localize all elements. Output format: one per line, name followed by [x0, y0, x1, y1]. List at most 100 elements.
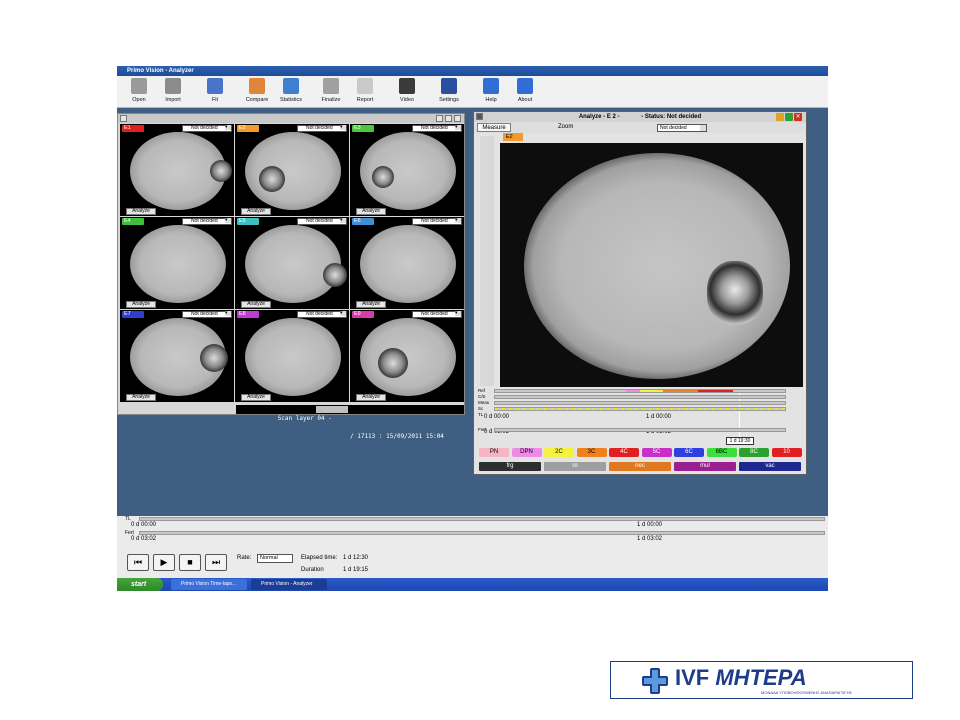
analyze-button[interactable]: Analyze [241, 208, 271, 215]
tag-button[interactable]: re [544, 462, 606, 471]
tag-button[interactable]: frg [479, 462, 541, 471]
about-button[interactable]: About [507, 78, 543, 103]
analyze-button[interactable]: Analyze [356, 394, 386, 401]
chevron-down-icon [700, 125, 706, 131]
import-button[interactable]: Import [155, 78, 191, 103]
stage-button[interactable]: 6C [674, 448, 704, 457]
analyze-button[interactable]: Analyze [126, 301, 156, 308]
play-button[interactable]: ▶ [153, 554, 175, 571]
analyze-button[interactable]: Analyze [356, 208, 386, 215]
close-button[interactable]: ✕ [794, 113, 802, 121]
stage-button[interactable]: 5C [641, 448, 672, 457]
stage-button[interactable]: 6BC [706, 448, 737, 457]
analyze-button[interactable]: Analyze [241, 394, 271, 401]
zoom-label[interactable]: Zoom [558, 124, 573, 130]
toolbar-label: Compare [245, 97, 269, 103]
annotation-track[interactable] [494, 407, 786, 411]
tag-button[interactable]: mul [674, 462, 736, 471]
decision-select[interactable]: Not decided [182, 125, 232, 132]
open-button[interactable]: Open [121, 78, 157, 103]
report-button[interactable]: Report [347, 78, 383, 103]
taskbar-item-active[interactable]: Primo Vision - Analyzer [251, 579, 327, 590]
embryo-cell-e7[interactable]: E7 Not decided Analyze [120, 310, 234, 402]
decision-select[interactable]: Not decided [412, 218, 462, 225]
help-icon [483, 78, 499, 94]
video-icon [399, 78, 415, 94]
skip-back-button[interactable]: ⏮ [127, 554, 149, 571]
embryo-cell-e5[interactable]: E5 Not decided Analyze [235, 217, 349, 309]
maximize-button[interactable] [785, 113, 793, 121]
embryo-image[interactable] [500, 143, 803, 387]
main-fert-track[interactable] [139, 531, 825, 535]
statistics-button[interactable]: Statistics [273, 78, 309, 103]
panel-menu-button[interactable] [120, 115, 127, 122]
embryo-cell-e1[interactable]: E1 Not decided Analyze [120, 124, 234, 216]
stop-button[interactable]: ■ [179, 554, 201, 571]
embryo-cells [707, 261, 763, 325]
analyze-button[interactable]: Analyze [126, 208, 156, 215]
measure-tab[interactable]: Measure [477, 123, 511, 132]
embryo-cell-e3[interactable]: E3 Not decided Analyze [350, 124, 464, 216]
embryo-tag: E9 [352, 311, 374, 318]
rate-select[interactable]: Normal [257, 554, 293, 563]
embryo-cell-e8[interactable]: E8 Not decided Analyze [235, 310, 349, 402]
annotation-track[interactable] [494, 428, 786, 432]
minimize-button[interactable] [436, 115, 443, 122]
maximize-button[interactable] [445, 115, 452, 122]
compare-button[interactable]: Compare [239, 78, 275, 103]
settings-button[interactable]: Settings [431, 78, 467, 103]
annotation-track[interactable] [494, 395, 786, 399]
toolbar-label: About [517, 97, 533, 103]
decision-select[interactable]: Not decided [657, 124, 707, 132]
analyze-menu-button[interactable] [476, 113, 483, 120]
rate-label: Rate: [237, 555, 252, 561]
help-button[interactable]: Help [473, 78, 509, 103]
decision-select[interactable]: Not decided [412, 125, 462, 132]
decision-select[interactable]: Not decided [182, 218, 232, 225]
analyze-title: Analyze - E 2 - - Status: Not decided ✕ [474, 112, 806, 122]
main-tl-track[interactable] [139, 517, 825, 521]
embryo-cell-e4[interactable]: E4 Not decided Analyze [120, 217, 234, 309]
embryo-cells [323, 263, 347, 287]
analyze-button[interactable]: Analyze [241, 301, 271, 308]
track-label: Fert [478, 427, 487, 432]
embryo-cell-e2[interactable]: E2 Not decided Analyze [235, 124, 349, 216]
minimize-button[interactable] [776, 113, 784, 121]
stage-button[interactable]: 8C [739, 448, 769, 457]
finalize-button[interactable]: Finalize [313, 78, 349, 103]
settings-icon [441, 78, 457, 94]
embryo-cell-e6[interactable]: E6 Not decided Analyze [350, 217, 464, 309]
annotation-track[interactable] [494, 401, 786, 405]
analyze-button[interactable]: Analyze [126, 394, 156, 401]
scan-layer-slider[interactable] [316, 406, 348, 413]
close-button[interactable] [454, 115, 461, 122]
toolbar-label: Open [132, 97, 146, 103]
decision-select[interactable]: Not decided [412, 311, 462, 318]
stage-button[interactable]: 2C [544, 448, 574, 457]
stage-button[interactable]: 10 [771, 448, 802, 457]
tag-button[interactable]: nec [609, 462, 671, 471]
focus-slider[interactable] [480, 136, 494, 386]
stage-button[interactable]: DPN [511, 448, 542, 457]
stage-button[interactable]: 3C [576, 448, 607, 457]
logo-text-mitera: ΜΗΤΕΡΑ [715, 665, 807, 690]
decision-select[interactable]: Not decided [297, 125, 347, 132]
decision-select[interactable]: Not decided [182, 311, 232, 318]
stage-button[interactable]: 4C [609, 448, 639, 457]
embryo-cell-e9[interactable]: E9 Not decided Analyze [350, 310, 464, 402]
decision-select[interactable]: Not decided [297, 218, 347, 225]
embryo-tag: E6 [352, 218, 374, 225]
video-button[interactable]: Video [389, 78, 425, 103]
stage-button[interactable]: PN [479, 448, 509, 457]
taskbar-item[interactable]: Primo Vision Time-laps... [171, 579, 247, 590]
annotation-track[interactable] [494, 389, 786, 393]
tl-start-time: 0 d 00:00 [484, 414, 510, 420]
decision-select[interactable]: Not decided [297, 311, 347, 318]
start-button[interactable]: start [117, 578, 163, 591]
tag-button[interactable]: vac [739, 462, 801, 471]
skip-forward-button[interactable]: ⏭ [205, 554, 227, 571]
open-icon [131, 78, 147, 94]
toolbar-label: Import [165, 97, 181, 103]
fit-button[interactable]: Fit [197, 78, 233, 103]
analyze-button[interactable]: Analyze [356, 301, 386, 308]
